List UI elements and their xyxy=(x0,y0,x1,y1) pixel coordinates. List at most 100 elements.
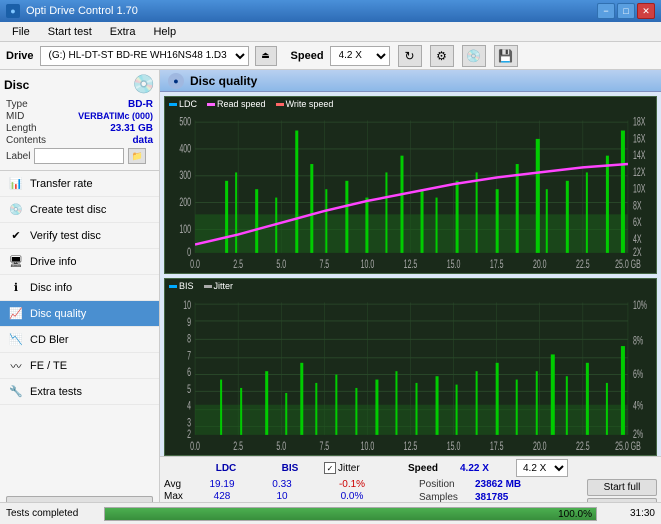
bis-chart: BIS Jitter xyxy=(164,278,657,456)
sidebar-item-fe-te[interactable]: 〰 FE / TE xyxy=(0,353,159,379)
svg-text:6%: 6% xyxy=(633,368,643,381)
status-text: Tests completed xyxy=(6,508,96,519)
svg-text:5.0: 5.0 xyxy=(276,440,286,453)
sidebar-nav: 📊 Transfer rate 💿 Create test disc ✔ Ver… xyxy=(0,171,159,492)
svg-text:0.0: 0.0 xyxy=(190,258,200,271)
contents-label: Contents xyxy=(6,135,46,146)
label-label: Label xyxy=(6,151,30,162)
menu-bar: File Start test Extra Help xyxy=(0,22,661,42)
transfer-rate-icon: 📊 xyxy=(8,176,24,192)
menu-extra[interactable]: Extra xyxy=(102,24,144,40)
drive-select[interactable]: (G:) HL-DT-ST BD-RE WH16NS48 1.D3 xyxy=(40,46,249,66)
svg-text:8: 8 xyxy=(187,333,191,346)
ldc-legend-dot xyxy=(169,103,177,106)
progress-label: 100.0% xyxy=(558,508,592,522)
ldc-legend-item: LDC xyxy=(169,99,197,109)
close-button[interactable]: ✕ xyxy=(637,3,655,19)
length-label: Length xyxy=(6,123,37,134)
svg-text:5: 5 xyxy=(187,383,191,396)
avg-bis-value: 0.33 xyxy=(252,479,312,490)
svg-text:10: 10 xyxy=(183,299,191,312)
svg-text:12.5: 12.5 xyxy=(404,258,418,271)
svg-text:6X: 6X xyxy=(633,216,642,229)
svg-text:12X: 12X xyxy=(633,166,646,179)
svg-text:20.0: 20.0 xyxy=(533,440,547,453)
sidebar-item-disc-quality[interactable]: 📈 Disc quality xyxy=(0,301,159,327)
avg-ldc-value: 19.19 xyxy=(192,479,252,490)
main-layout: Disc 💿 Type BD-R MID VERBATIMc (000) Len… xyxy=(0,70,661,524)
speed-select[interactable]: 4.2 X xyxy=(330,46,390,66)
bis-header: BIS xyxy=(260,463,320,474)
menu-file[interactable]: File xyxy=(4,24,38,40)
refresh-button[interactable]: ↻ xyxy=(398,45,422,67)
disc-label-row: Label 📁 xyxy=(6,148,153,164)
disc-type-row: Type BD-R xyxy=(6,99,153,110)
svg-text:5.0: 5.0 xyxy=(276,258,286,271)
mid-value: VERBATIMc (000) xyxy=(78,111,153,122)
maximize-button[interactable]: □ xyxy=(617,3,635,19)
title-bar: ● Opti Drive Control 1.70 − □ ✕ xyxy=(0,0,661,22)
content-area: ● Disc quality LDC Read speed xyxy=(160,70,661,524)
disc-info-icon: ℹ xyxy=(8,280,24,296)
sidebar-item-transfer-rate[interactable]: 📊 Transfer rate xyxy=(0,171,159,197)
disc-contents-row: Contents data xyxy=(6,135,153,146)
write-speed-legend-dot xyxy=(276,103,284,106)
svg-text:4%: 4% xyxy=(633,400,643,413)
eject-button[interactable]: ⏏ xyxy=(255,46,277,66)
svg-text:7.5: 7.5 xyxy=(319,258,329,271)
disc-quality-icon: 📈 xyxy=(8,306,24,322)
disc-title: Disc xyxy=(4,78,29,92)
max-bis-value: 10 xyxy=(252,491,312,502)
label-browse-button[interactable]: 📁 xyxy=(128,148,146,164)
avg-jitter-value: -0.1% xyxy=(312,479,392,490)
svg-text:0.0: 0.0 xyxy=(190,440,200,453)
sidebar-item-drive-info[interactable]: 🖥 Drive info xyxy=(0,249,159,275)
svg-text:10.0: 10.0 xyxy=(361,258,375,271)
speed-dropdown[interactable]: 4.2 X xyxy=(516,459,568,477)
chart2-legend: BIS Jitter xyxy=(169,281,233,291)
label-input[interactable] xyxy=(34,148,124,164)
drive-info-icon: 🖥 xyxy=(8,254,24,270)
sidebar-item-verify-test-disc[interactable]: ✔ Verify test disc xyxy=(0,223,159,249)
position-row: Position 23862 MB xyxy=(419,479,579,490)
sidebar: Disc 💿 Type BD-R MID VERBATIMc (000) Len… xyxy=(0,70,160,524)
start-full-button[interactable]: Start full xyxy=(587,479,657,496)
svg-text:6: 6 xyxy=(187,367,191,380)
bis-legend-item: BIS xyxy=(169,281,194,291)
progress-bar-container: 100.0% xyxy=(104,507,597,521)
drive-toolbar: Drive (G:) HL-DT-ST BD-RE WH16NS48 1.D3 … xyxy=(0,42,661,70)
disc-quality-header-icon: ● xyxy=(168,73,184,89)
menu-start-test[interactable]: Start test xyxy=(40,24,100,40)
svg-text:22.5: 22.5 xyxy=(576,258,590,271)
svg-text:16X: 16X xyxy=(633,133,646,146)
svg-text:500: 500 xyxy=(179,116,191,129)
read-speed-legend-dot xyxy=(207,103,215,106)
menu-help[interactable]: Help xyxy=(145,24,184,40)
disc-button[interactable]: 💿 xyxy=(462,45,486,67)
create-test-disc-icon: 💿 xyxy=(8,202,24,218)
chart1-svg: 500 400 300 200 100 0 18X 16X 14X 12X 10… xyxy=(165,97,656,273)
svg-text:18X: 18X xyxy=(633,116,646,129)
sidebar-item-cd-bler[interactable]: 📉 CD Bler xyxy=(0,327,159,353)
verify-test-disc-icon: ✔ xyxy=(8,228,24,244)
position-value: 23862 MB xyxy=(475,479,521,490)
disc-length-row: Length 23.31 GB xyxy=(6,123,153,134)
ldc-chart: LDC Read speed Write speed xyxy=(164,96,657,274)
sidebar-item-disc-info[interactable]: ℹ Disc info xyxy=(0,275,159,301)
chart1-legend: LDC Read speed Write speed xyxy=(169,99,333,109)
svg-text:12.5: 12.5 xyxy=(404,440,418,453)
save-button[interactable]: 💾 xyxy=(494,45,518,67)
settings-button[interactable]: ⚙ xyxy=(430,45,454,67)
position-label: Position xyxy=(419,479,471,490)
sidebar-item-extra-tests[interactable]: 🔧 Extra tests xyxy=(0,379,159,405)
charts-area: LDC Read speed Write speed xyxy=(160,92,661,456)
sidebar-item-create-test-disc[interactable]: 💿 Create test disc xyxy=(0,197,159,223)
minimize-button[interactable]: − xyxy=(597,3,615,19)
jitter-legend-item: Jitter xyxy=(204,281,234,291)
jitter-header-label: Jitter xyxy=(338,463,360,474)
svg-text:2.5: 2.5 xyxy=(233,258,243,271)
jitter-checkbox[interactable]: ✓ xyxy=(324,462,336,474)
status-bar: Tests completed 100.0% 31:30 xyxy=(0,502,661,524)
svg-text:200: 200 xyxy=(179,196,191,209)
cd-bler-icon: 📉 xyxy=(8,332,24,348)
